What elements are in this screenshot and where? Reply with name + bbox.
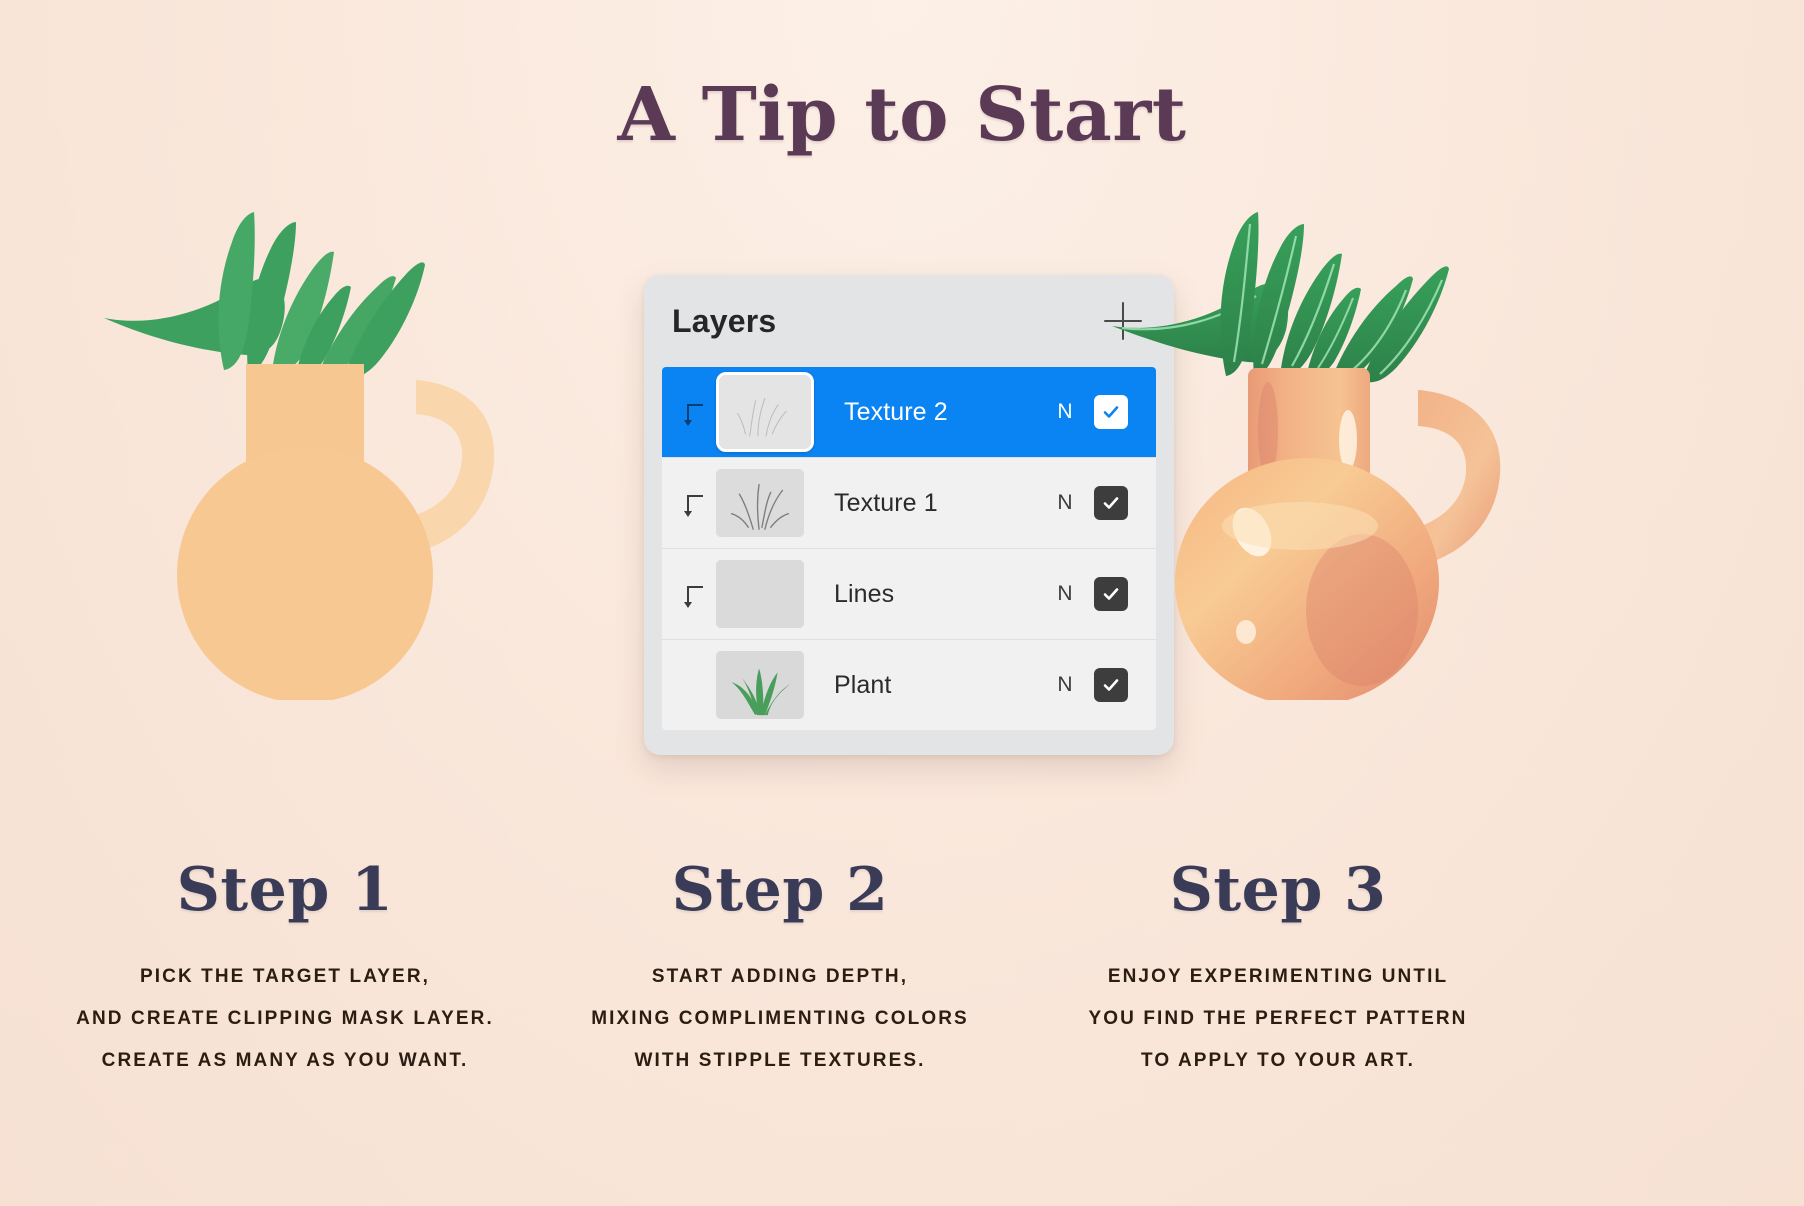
shaded-vase-illustration	[1100, 140, 1530, 706]
layer-name: Lines	[834, 579, 895, 608]
layer-name: Texture 1	[834, 488, 938, 517]
caption-line: TO APPLY TO YOUR ART.	[1141, 1050, 1415, 1071]
caption-line: ENJOY EXPERIMENTING UNTIL	[1107, 966, 1449, 987]
layer-blend-mode[interactable]: N	[1036, 673, 1094, 697]
step-caption: PICK THE TARGET LAYER, AND CREATE CLIPPI…	[0, 967, 575, 1070]
clipping-mask-icon	[662, 586, 716, 608]
layer-row[interactable]: Lines N	[662, 549, 1156, 640]
caption-line: AND CREATE CLIPPING MASK LAYER.	[76, 1008, 494, 1029]
caption-line: WITH STIPPLE TEXTURES.	[634, 1050, 926, 1071]
layer-thumbnail[interactable]	[716, 372, 814, 452]
step-block-1: Step 1 PICK THE TARGET LAYER, AND CREATE…	[0, 855, 575, 1093]
plant-leaves-flat	[104, 212, 425, 378]
layer-blend-mode[interactable]: N	[1036, 491, 1094, 515]
step-caption: ENJOY EXPERIMENTING UNTIL YOU FIND THE P…	[988, 967, 1568, 1070]
step-title: Step 2	[671, 855, 889, 925]
caption-line: CREATE AS MANY AS YOU WANT.	[101, 1050, 469, 1071]
caption-line: YOU FIND THE PERFECT PATTERN	[1088, 1008, 1468, 1029]
step-caption: START ADDING DEPTH, MIXING COMPLIMENTING…	[490, 967, 1070, 1070]
caption-line: PICK THE TARGET LAYER,	[139, 966, 431, 987]
shaded-vase-svg	[1112, 212, 1501, 706]
caption-line: START ADDING DEPTH,	[651, 966, 909, 987]
layer-thumbnail[interactable]	[716, 560, 804, 628]
plant-leaves-shaded	[1112, 212, 1449, 383]
layer-blend-mode[interactable]: N	[1036, 582, 1094, 606]
layers-panel-header: Layers	[644, 275, 1174, 367]
clipping-mask-icon	[662, 495, 716, 517]
step-title: Step 3	[1169, 855, 1387, 925]
layer-thumbnail[interactable]	[716, 651, 804, 719]
step-title: Step 1	[176, 855, 394, 925]
layer-row[interactable]: Plant N	[662, 640, 1156, 730]
vase-body-flat	[177, 447, 433, 703]
flat-vase-illustration	[96, 140, 516, 703]
layer-name: Texture 2	[844, 397, 948, 426]
layers-panel-title: Layers	[672, 302, 777, 339]
layer-name: Plant	[834, 670, 892, 699]
layer-blend-mode[interactable]: N	[1036, 400, 1094, 424]
layers-panel[interactable]: Layers Texture 2 N Texture 1 N Lines N P…	[644, 275, 1174, 755]
step-block-2: Step 2 START ADDING DEPTH, MIXING COMPLI…	[490, 855, 1070, 1093]
layer-row[interactable]: Texture 2 N	[662, 367, 1156, 458]
caption-line: MIXING COMPLIMENTING COLORS	[591, 1008, 969, 1029]
clipping-mask-icon	[662, 404, 716, 426]
flat-vase-svg	[104, 212, 495, 703]
layer-thumbnail[interactable]	[716, 469, 804, 537]
layer-list: Texture 2 N Texture 1 N Lines N Plant N	[662, 367, 1156, 730]
step-block-3: Step 3 ENJOY EXPERIMENTING UNTIL YOU FIN…	[988, 855, 1568, 1093]
layer-row[interactable]: Texture 1 N	[662, 458, 1156, 549]
